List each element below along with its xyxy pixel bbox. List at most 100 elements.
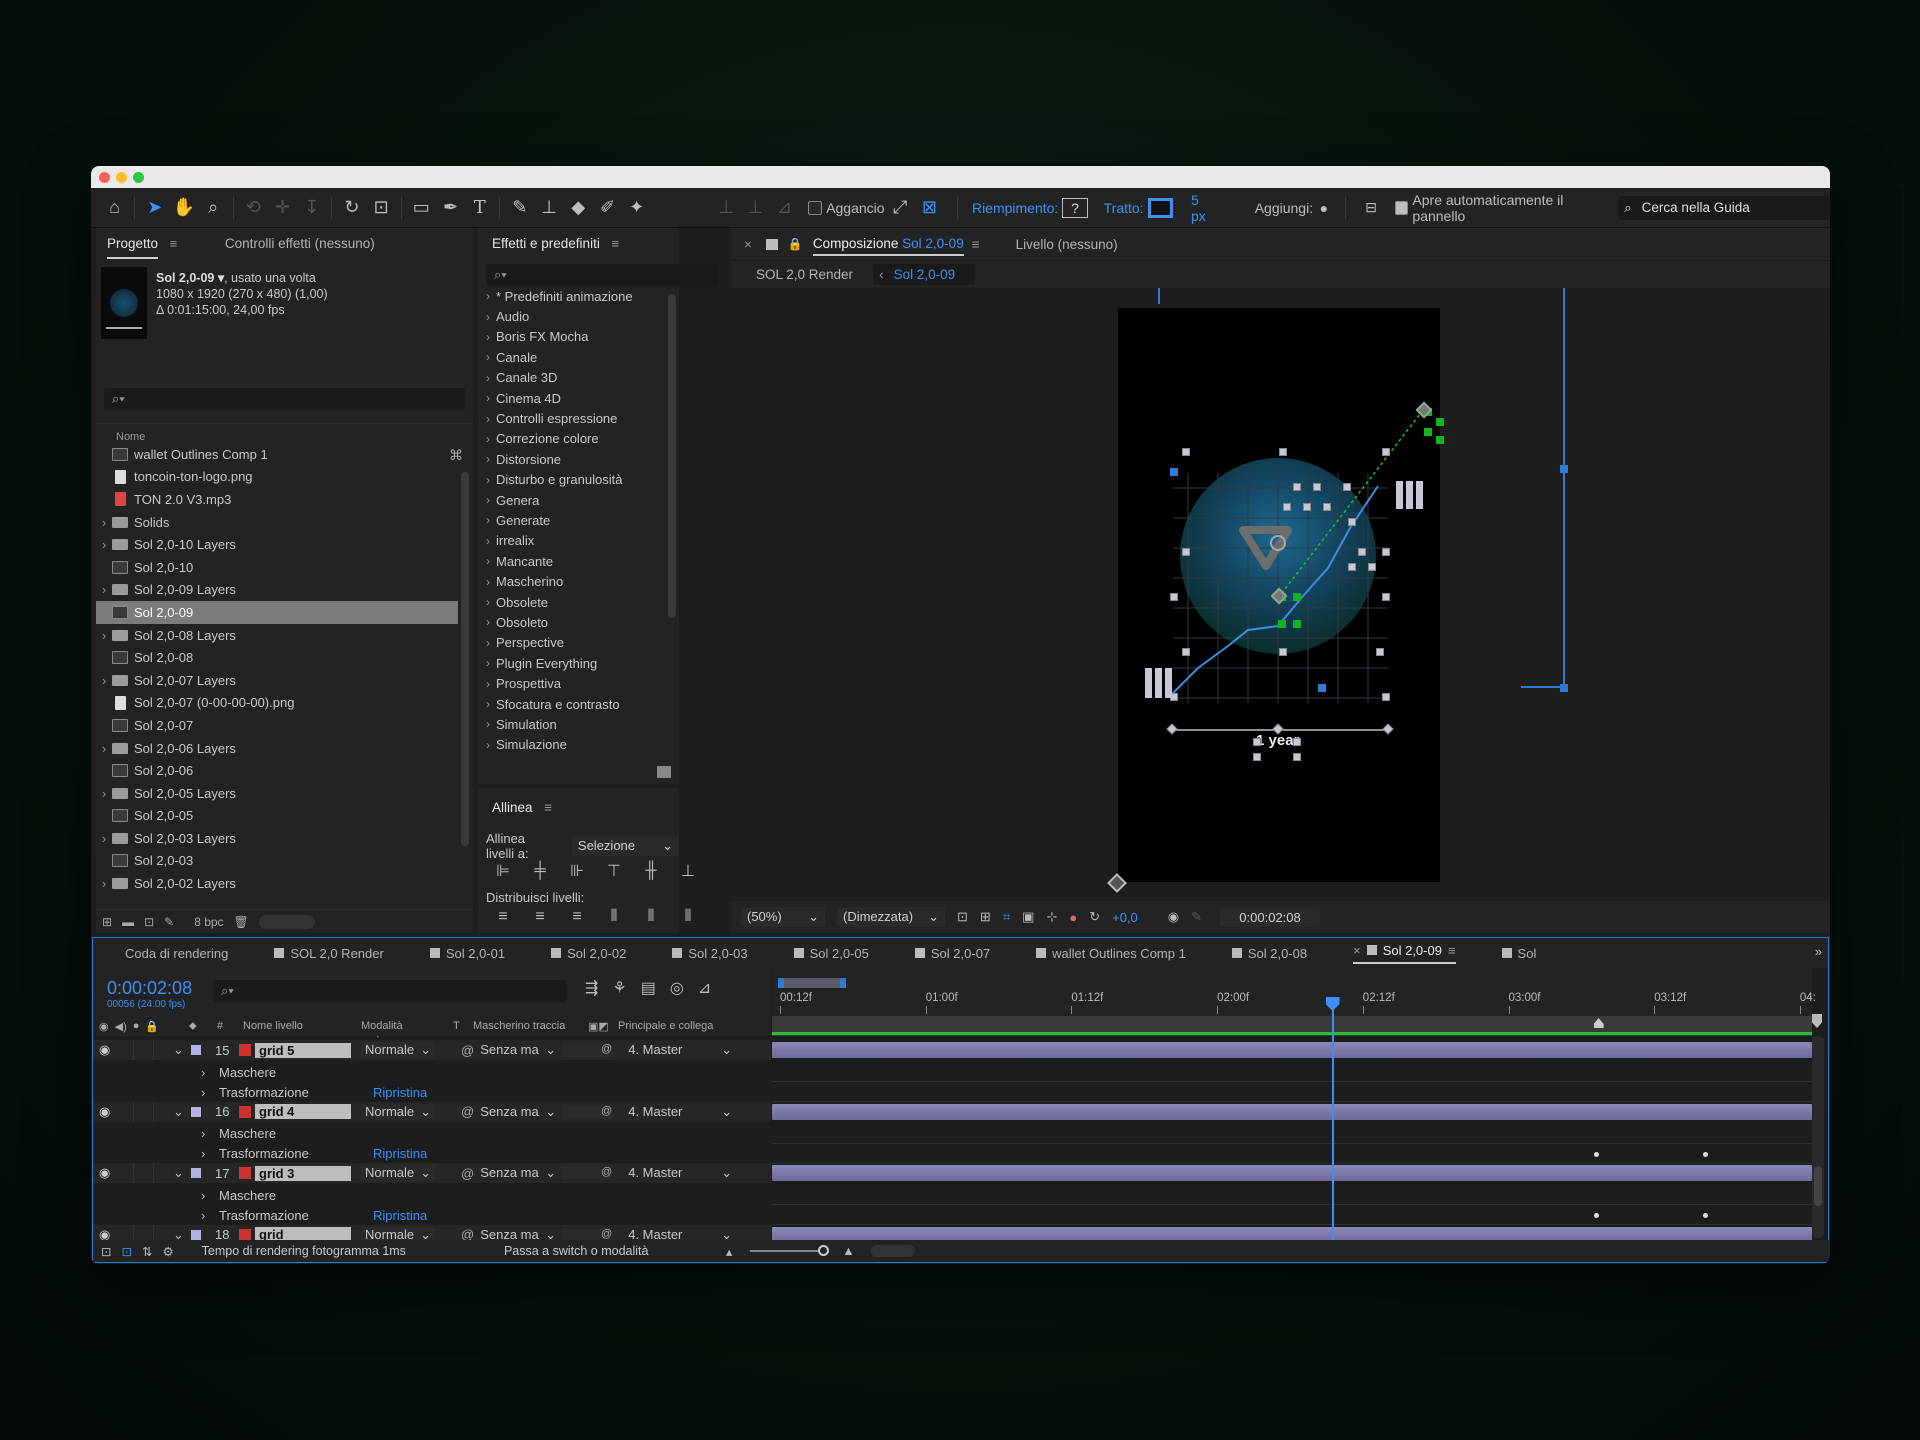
- pick-whip-area[interactable]: @: [562, 1227, 613, 1241]
- chevron-right-icon[interactable]: ›: [486, 473, 490, 487]
- work-area-bar[interactable]: [778, 978, 846, 988]
- chevron-right-icon[interactable]: ›: [486, 513, 490, 527]
- stroke-label[interactable]: Tratto:: [1104, 200, 1144, 216]
- viewer-timecode[interactable]: 0:00:02:08: [1220, 907, 1321, 927]
- maximize-window-button[interactable]: [133, 171, 144, 183]
- project-item[interactable]: Sol 2,0-09: [96, 601, 458, 624]
- property-group-transform[interactable]: › Trasformazione Ripristina: [93, 1082, 771, 1102]
- chevron-right-icon[interactable]: ›: [96, 673, 112, 688]
- auto-open-toggle[interactable]: Apre automaticamente il pannello: [1394, 192, 1614, 224]
- effect-category[interactable]: › Prospettiva: [478, 673, 664, 693]
- visibility-eye-icon[interactable]: ◉: [93, 1227, 113, 1242]
- auto-open-checkbox[interactable]: [1394, 200, 1409, 215]
- new-preset-icon[interactable]: [657, 766, 671, 778]
- chevron-right-icon[interactable]: ›: [486, 371, 490, 385]
- keyframe-icon[interactable]: [1593, 1213, 1599, 1218]
- dolly-camera-icon[interactable]: ↧: [298, 194, 325, 222]
- snap-features-icon[interactable]: ⊠: [916, 194, 943, 222]
- comp-canvas[interactable]: 1 year: [1118, 308, 1444, 882]
- tab-layer[interactable]: Livello (nessuno): [1016, 237, 1118, 252]
- project-item[interactable]: wallet Outlines Comp 1: [96, 443, 458, 466]
- align-vcenter-icon[interactable]: ╫: [640, 860, 662, 882]
- chevron-right-icon[interactable]: ›: [486, 575, 490, 589]
- zoom-out-icon[interactable]: ▴: [726, 1244, 732, 1259]
- pen-tool-icon[interactable]: ✒: [437, 194, 464, 222]
- chevron-right-icon[interactable]: ›: [486, 656, 490, 670]
- reset-link[interactable]: Ripristina: [373, 1208, 427, 1223]
- stroke-width-value[interactable]: 5 px: [1191, 192, 1217, 224]
- trash-icon[interactable]: 🗑: [234, 915, 249, 929]
- selection-tool-icon[interactable]: ➤: [141, 194, 168, 222]
- chevron-right-icon[interactable]: ›: [486, 697, 490, 711]
- effect-category[interactable]: › Mancante: [478, 551, 664, 571]
- layer-name[interactable]: grid 5: [255, 1042, 351, 1058]
- effect-category[interactable]: › Sfocatura e contrasto: [478, 694, 664, 714]
- pick-whip-area[interactable]: @: [562, 1104, 613, 1119]
- close-tab-icon[interactable]: ×: [1353, 943, 1361, 958]
- effect-category[interactable]: › Canale: [478, 347, 664, 367]
- interpret-footage-icon[interactable]: ⊞: [102, 915, 112, 929]
- chevron-right-icon[interactable]: ›: [96, 515, 112, 530]
- layer-duration-bar[interactable]: [772, 1042, 1812, 1058]
- col-parent[interactable]: Principale e collega: [618, 1020, 713, 1032]
- align-left-icon[interactable]: ⊫: [492, 860, 514, 882]
- chevron-down-icon[interactable]: ⌄: [173, 1227, 189, 1242]
- chevron-right-icon[interactable]: ›: [486, 391, 490, 405]
- exposure-value[interactable]: +0,0: [1112, 910, 1138, 925]
- effect-category[interactable]: › Simulazione: [478, 735, 664, 755]
- col-mode[interactable]: Modalità: [361, 1020, 453, 1032]
- stroke-swatch[interactable]: [1147, 197, 1173, 218]
- col-track-matte[interactable]: Mascherino traccia: [473, 1020, 588, 1032]
- layer-row[interactable]: ◉ ⌄ 16 grid 4 Normale ⌄ @ Senza ma ⌄ @4. Master ⌄: [93, 1101, 771, 1122]
- effect-category[interactable]: › Mascherino: [478, 571, 664, 591]
- add-menu-icon[interactable]: ●: [1315, 194, 1332, 222]
- chevron-right-icon[interactable]: ›: [486, 717, 490, 731]
- effect-category[interactable]: › Simulation: [478, 714, 664, 734]
- solo-switch[interactable]: [133, 1224, 153, 1241]
- keyframe-icon[interactable]: [1702, 1151, 1708, 1157]
- blend-mode-dropdown[interactable]: Normale ⌄: [361, 1042, 435, 1058]
- chevron-right-icon[interactable]: ›: [96, 582, 112, 597]
- distribute-top-icon[interactable]: ≡: [492, 906, 514, 928]
- chevron-right-icon[interactable]: ›: [201, 1065, 219, 1080]
- solo-switch[interactable]: [133, 1101, 153, 1122]
- chevron-right-icon[interactable]: ›: [486, 330, 490, 344]
- chevron-down-icon[interactable]: ⌄: [173, 1165, 189, 1181]
- chevron-right-icon[interactable]: ›: [486, 412, 490, 426]
- distribute-right-icon[interactable]: ⫴: [677, 906, 699, 928]
- layer-switches-icon[interactable]: ⊡: [101, 1244, 111, 1259]
- effect-category[interactable]: › irrealix: [478, 531, 664, 551]
- zoom-in-icon[interactable]: ▲: [842, 1244, 854, 1258]
- align-right-icon[interactable]: ⊪: [566, 860, 588, 882]
- layer-row[interactable]: ◉ ⌄ 17 grid 3 Normale ⌄ @ Senza ma ⌄ @4. Master ⌄: [93, 1163, 771, 1183]
- blend-mode-dropdown[interactable]: Normale ⌄: [361, 1226, 435, 1241]
- chevron-right-icon[interactable]: ›: [96, 628, 112, 643]
- layer-duration-bar[interactable]: [772, 1165, 1812, 1181]
- chevron-right-icon[interactable]: ›: [486, 289, 490, 303]
- local-axis-icon[interactable]: ⊥: [713, 194, 740, 222]
- property-group-transform[interactable]: › Trasformazione Ripristina: [93, 1205, 771, 1225]
- solo-switch[interactable]: [133, 1040, 153, 1060]
- breadcrumb-parent[interactable]: SOL 2,0 Render: [756, 267, 853, 282]
- project-item[interactable]: › Sol 2,0-08 Layers: [96, 624, 458, 647]
- effect-category[interactable]: › Canale 3D: [478, 368, 664, 388]
- visibility-eye-icon[interactable]: ◉: [93, 1165, 113, 1181]
- parent-dropdown[interactable]: 4. Master ⌄: [628, 1104, 732, 1120]
- timeline-tab[interactable]: SOL 2,0 Render: [274, 946, 384, 961]
- chevron-right-icon[interactable]: ›: [486, 615, 490, 629]
- more-tabs-icon[interactable]: »: [1815, 944, 1822, 959]
- snap-edges-icon[interactable]: ⤢: [887, 194, 914, 222]
- col-layer-name[interactable]: Nome livello: [243, 1020, 361, 1032]
- effect-category[interactable]: › * Predefiniti animazione: [478, 286, 664, 306]
- reset-link[interactable]: Ripristina: [365, 1036, 415, 1038]
- fill-swatch[interactable]: ?: [1062, 197, 1088, 218]
- chevron-right-icon[interactable]: ›: [486, 636, 490, 650]
- timeline-tab[interactable]: wallet Outlines Comp 1: [1036, 946, 1186, 961]
- panel-menu-icon[interactable]: ≡: [1448, 943, 1456, 958]
- project-item[interactable]: Sol 2,0-02: [96, 895, 458, 898]
- thumbnail-slider[interactable]: [258, 914, 315, 929]
- rectangle-tool-icon[interactable]: ▭: [408, 194, 435, 222]
- type-tool-icon[interactable]: T: [466, 194, 493, 222]
- snapshot-icon[interactable]: ◉: [1168, 909, 1179, 925]
- panel-menu-icon[interactable]: ≡: [170, 236, 178, 251]
